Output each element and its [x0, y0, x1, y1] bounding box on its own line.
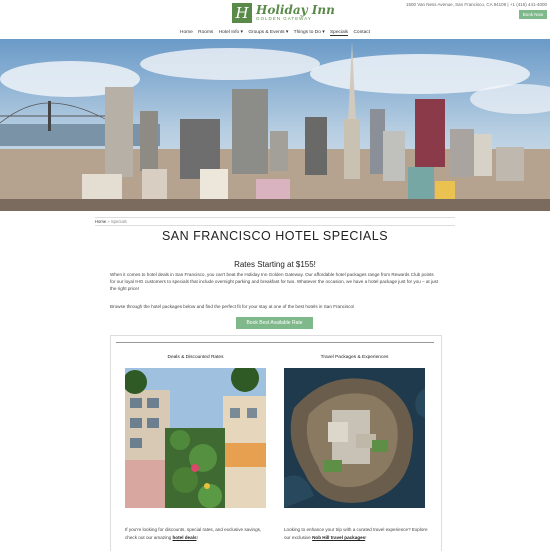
- offers-divider: [116, 342, 434, 343]
- logo-subtitle: GOLDEN GATEWAY: [256, 16, 312, 22]
- hotel-deals-link[interactable]: hotel deals: [173, 535, 197, 540]
- nav-home[interactable]: Home: [180, 30, 193, 35]
- breadcrumb-current: Specials: [110, 219, 127, 224]
- book-now-button[interactable]: Book Now: [519, 10, 547, 19]
- breadcrumb-separator: »: [107, 219, 110, 224]
- offer-title-packages: Travel Packages & Experiences: [320, 355, 389, 360]
- book-best-rate-button[interactable]: Book Best Available Rate: [236, 317, 313, 329]
- offer-image-deals[interactable]: [125, 368, 266, 508]
- page-title: SAN FRANCISCO HOTEL SPECIALS: [161, 229, 389, 243]
- breadcrumb-home-link[interactable]: Home: [95, 219, 106, 224]
- nav-rooms[interactable]: Rooms: [198, 30, 213, 35]
- hotel-logo[interactable]: H Holiday Inn GOLDEN GATEWAY: [232, 3, 335, 23]
- offer-desc-deals: If you're looking for discounts, special…: [125, 526, 270, 542]
- breadcrumb: Home » Specials: [95, 217, 455, 226]
- holiday-inn-logo-icon: H: [232, 3, 252, 23]
- site-header: H Holiday Inn GOLDEN GATEWAY 1500 Van Ne…: [0, 0, 550, 38]
- intro-paragraph: When it comes to hotel deals in San Fran…: [110, 272, 439, 291]
- nav-hotel-info[interactable]: Hotel Info ▾: [219, 30, 243, 35]
- nav-specials[interactable]: Specials: [329, 30, 349, 36]
- nob-hill-packages-link[interactable]: Nob Hill travel packages: [312, 535, 365, 540]
- browse-paragraph: Browse through the hotel packages below …: [110, 304, 355, 309]
- logo-name: Holiday Inn: [256, 3, 335, 18]
- offer-desc-suffix: !: [365, 535, 367, 540]
- rates-heading: Rates Starting at $155!: [234, 260, 316, 269]
- main-nav: Home Rooms Hotel Info ▾ Groups & Events …: [0, 30, 550, 36]
- nav-things-to-do[interactable]: Things to Do ▾: [294, 30, 325, 35]
- hero-city-skyline-image: [0, 39, 550, 211]
- offer-desc-suffix: !: [196, 535, 198, 540]
- offer-desc-packages: Looking to enhance your trip with a cura…: [284, 526, 434, 542]
- nav-groups-events[interactable]: Groups & Events ▾: [248, 30, 288, 35]
- offer-title-deals: Deals & Discounted Rates: [167, 355, 224, 360]
- offer-image-packages[interactable]: [284, 368, 425, 508]
- nav-contact[interactable]: Contact: [353, 30, 370, 35]
- contact-info: 1500 Van Ness Avenue, San Francisco, CA …: [406, 2, 547, 7]
